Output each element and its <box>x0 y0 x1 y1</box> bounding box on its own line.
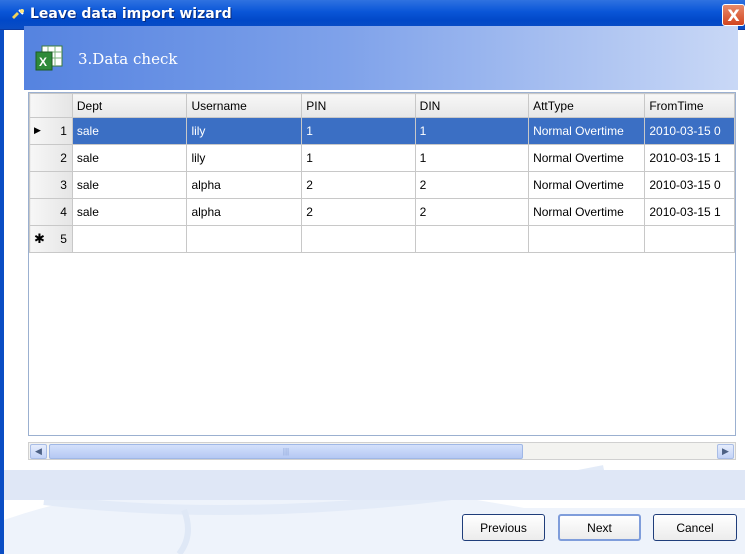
spreadsheet-icon: X <box>35 45 63 71</box>
footer-band <box>4 470 745 500</box>
cell-pin[interactable]: 1 <box>301 144 416 172</box>
new-cell-username[interactable] <box>186 225 303 253</box>
row-number: 1 <box>60 124 67 138</box>
row-header[interactable]: 2 <box>29 144 73 172</box>
cell-dept[interactable]: sale <box>71 117 188 145</box>
cell-din[interactable]: 1 <box>414 117 530 145</box>
close-icon: X <box>727 5 740 25</box>
new-row-asterisk-icon: ✱ <box>34 231 45 246</box>
next-button-label: Next <box>587 520 612 535</box>
close-button[interactable]: X <box>722 4 745 26</box>
cell-dept[interactable]: sale <box>71 144 188 172</box>
cell-pin[interactable]: 1 <box>301 117 416 145</box>
cell-username[interactable]: lily <box>186 144 303 172</box>
new-cell-pin[interactable] <box>301 225 416 253</box>
table-row[interactable]: 4 sale alpha 2 2 Normal Overtime 2010-03… <box>29 198 735 226</box>
cell-atttype[interactable]: Normal Overtime <box>528 144 646 172</box>
cancel-button-label: Cancel <box>676 520 714 535</box>
row-header[interactable]: 3 <box>29 171 73 199</box>
row-number: 3 <box>60 178 67 192</box>
horizontal-scrollbar[interactable]: ◀ ||| ▶ <box>28 442 736 460</box>
data-table: Dept Username PIN DIN AttType FromTime ▶… <box>29 93 735 253</box>
previous-button[interactable]: Previous <box>462 514 545 541</box>
column-header-fromtime[interactable]: FromTime <box>644 93 735 118</box>
scroll-left-arrow-icon: ◀ <box>35 446 42 456</box>
scrollbar-grip-icon: ||| <box>282 447 290 456</box>
row-header[interactable]: ▶ 1 <box>29 117 73 145</box>
cell-atttype[interactable]: Normal Overtime <box>528 198 646 226</box>
row-header[interactable]: ✱ 5 <box>29 225 73 253</box>
cell-username[interactable]: alpha <box>186 171 303 199</box>
cell-dept[interactable]: sale <box>71 198 188 226</box>
row-number: 4 <box>60 205 67 219</box>
previous-button-label: Previous <box>480 520 527 535</box>
new-cell-din[interactable] <box>414 225 530 253</box>
data-grid[interactable]: Dept Username PIN DIN AttType FromTime ▶… <box>28 92 736 436</box>
scroll-right-button[interactable]: ▶ <box>717 444 734 459</box>
row-number: 2 <box>60 151 67 165</box>
header-row: Dept Username PIN DIN AttType FromTime <box>29 93 735 118</box>
cell-dept[interactable]: sale <box>71 171 188 199</box>
next-button[interactable]: Next <box>558 514 641 541</box>
column-header-atttype[interactable]: AttType <box>528 93 646 118</box>
column-header-username[interactable]: Username <box>186 93 303 118</box>
new-row[interactable]: ✱ 5 <box>29 225 735 253</box>
window-title: Leave data import wizard <box>30 6 232 22</box>
wizard-icon <box>12 9 24 19</box>
column-header-din[interactable]: DIN <box>414 93 530 118</box>
table-row[interactable]: 3 sale alpha 2 2 Normal Overtime 2010-03… <box>29 171 735 199</box>
new-cell-dept[interactable] <box>71 225 188 253</box>
cell-din[interactable]: 2 <box>414 171 530 199</box>
new-cell-atttype[interactable] <box>528 225 646 253</box>
row-number: 5 <box>60 232 67 246</box>
cell-fromtime[interactable]: 2010-03-15 1 <box>644 144 735 172</box>
cell-username[interactable]: alpha <box>186 198 303 226</box>
cell-din[interactable]: 2 <box>414 198 530 226</box>
scrollbar-thumb[interactable]: ||| <box>49 444 523 459</box>
cell-din[interactable]: 1 <box>414 144 530 172</box>
table-row[interactable]: ▶ 1 sale lily 1 1 Normal Overtime 2010-0… <box>29 117 735 145</box>
cell-fromtime[interactable]: 2010-03-15 0 <box>644 171 735 199</box>
cell-pin[interactable]: 2 <box>301 171 416 199</box>
cell-fromtime[interactable]: 2010-03-15 1 <box>644 198 735 226</box>
cell-atttype[interactable]: Normal Overtime <box>528 171 646 199</box>
cell-username[interactable]: lily <box>186 117 303 145</box>
new-cell-fromtime[interactable] <box>644 225 735 253</box>
step-header: X 3.Data check <box>24 26 738 90</box>
cell-fromtime[interactable]: 2010-03-15 0 <box>644 117 735 145</box>
current-row-arrow-icon: ▶ <box>34 125 41 135</box>
scroll-left-button[interactable]: ◀ <box>30 444 47 459</box>
row-header[interactable]: 4 <box>29 198 73 226</box>
svg-text:X: X <box>39 55 47 69</box>
scroll-right-arrow-icon: ▶ <box>722 446 729 456</box>
step-title: 3.Data check <box>78 50 178 68</box>
column-header-dept[interactable]: Dept <box>71 93 188 118</box>
table-row[interactable]: 2 sale lily 1 1 Normal Overtime 2010-03-… <box>29 144 735 172</box>
cell-pin[interactable]: 2 <box>301 198 416 226</box>
cell-atttype[interactable]: Normal Overtime <box>528 117 646 145</box>
corner-cell[interactable] <box>29 93 73 118</box>
column-header-pin[interactable]: PIN <box>301 93 416 118</box>
cancel-button[interactable]: Cancel <box>653 514 737 541</box>
